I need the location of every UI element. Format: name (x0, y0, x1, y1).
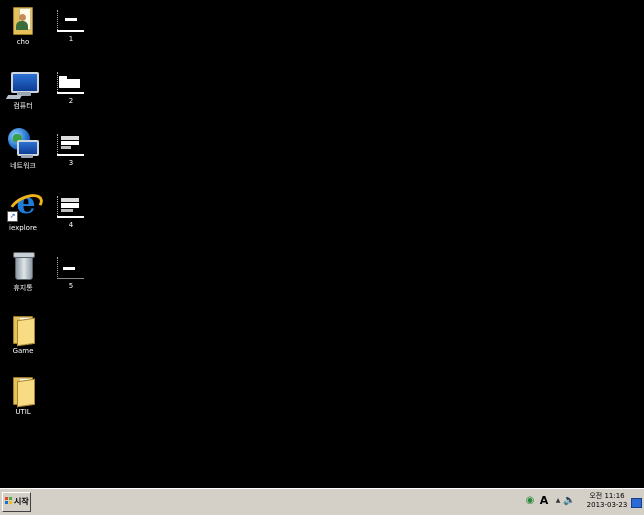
folder-icon (7, 313, 39, 347)
clock-time: 오전 11:16 (589, 492, 625, 500)
user-folder-icon (7, 4, 39, 36)
start-label: 시작 (14, 497, 29, 506)
clock[interactable]: 오전 11:16 2013-03-23 (584, 492, 630, 510)
desktop-icon-iexplore[interactable]: e ↗ iexplore (1, 188, 47, 233)
system-tray: ◉ A ▲ 🔈 오전 11:16 2013-03-23 (522, 491, 644, 513)
recycle-bin-icon (7, 250, 39, 282)
start-button[interactable]: 시작 (2, 492, 31, 512)
desktop-icon-label: iexplore (9, 224, 37, 232)
layout-shortcut-label: 2 (68, 97, 74, 105)
layout-shortcut-label: 3 (68, 159, 74, 167)
layout-thumbnail-icon (57, 70, 85, 96)
desktop-icon-network[interactable]: 네트워크 (1, 128, 45, 171)
layout-shortcut-label: 5 (68, 282, 74, 290)
layout-thumbnail-icon (57, 255, 85, 281)
desktop-icon-label: Game (12, 347, 34, 355)
windows-logo-icon (5, 497, 13, 505)
desktop[interactable]: cho 컴퓨터 네트워크 e ↗ iexplore 휴지통 Game UTIL … (0, 0, 644, 488)
layout-thumbnail-icon (57, 194, 85, 220)
desktop-icon-label: 휴지통 (13, 284, 33, 292)
computer-icon (5, 68, 39, 100)
desktop-icon-label: 컴퓨터 (13, 102, 33, 110)
ime-indicator[interactable]: A (538, 495, 550, 507)
layout-shortcut-label: 4 (68, 221, 74, 229)
desktop-icon-recycle-bin[interactable]: 휴지통 (1, 250, 45, 293)
desktop-icon-label: cho (16, 38, 30, 46)
network-status-icon[interactable]: ◉ (524, 495, 536, 507)
internet-explorer-icon: e ↗ (5, 188, 47, 223)
desktop-icon-label: 네트워크 (10, 162, 36, 170)
folder-icon (7, 374, 39, 408)
taskbar: 시작 ◉ A ▲ 🔈 오전 11:16 2013-03-23 (0, 488, 644, 515)
desktop-icon-game[interactable]: Game (1, 313, 45, 356)
volume-icon[interactable]: 🔈 (563, 495, 575, 507)
desktop-icon-cho[interactable]: cho (1, 4, 45, 47)
network-icon (7, 128, 39, 160)
layout-shortcut-label: 1 (68, 35, 74, 43)
show-desktop-icon[interactable] (631, 498, 642, 508)
shortcut-arrow-icon: ↗ (7, 211, 18, 222)
layout-thumbnail-icon (57, 8, 85, 34)
layout-thumbnail-icon (57, 132, 85, 158)
desktop-icon-label: UTIL (15, 408, 31, 416)
clock-date: 2013-03-23 (586, 501, 628, 509)
desktop-icon-computer[interactable]: 컴퓨터 (1, 68, 45, 111)
desktop-icon-util[interactable]: UTIL (1, 374, 45, 417)
